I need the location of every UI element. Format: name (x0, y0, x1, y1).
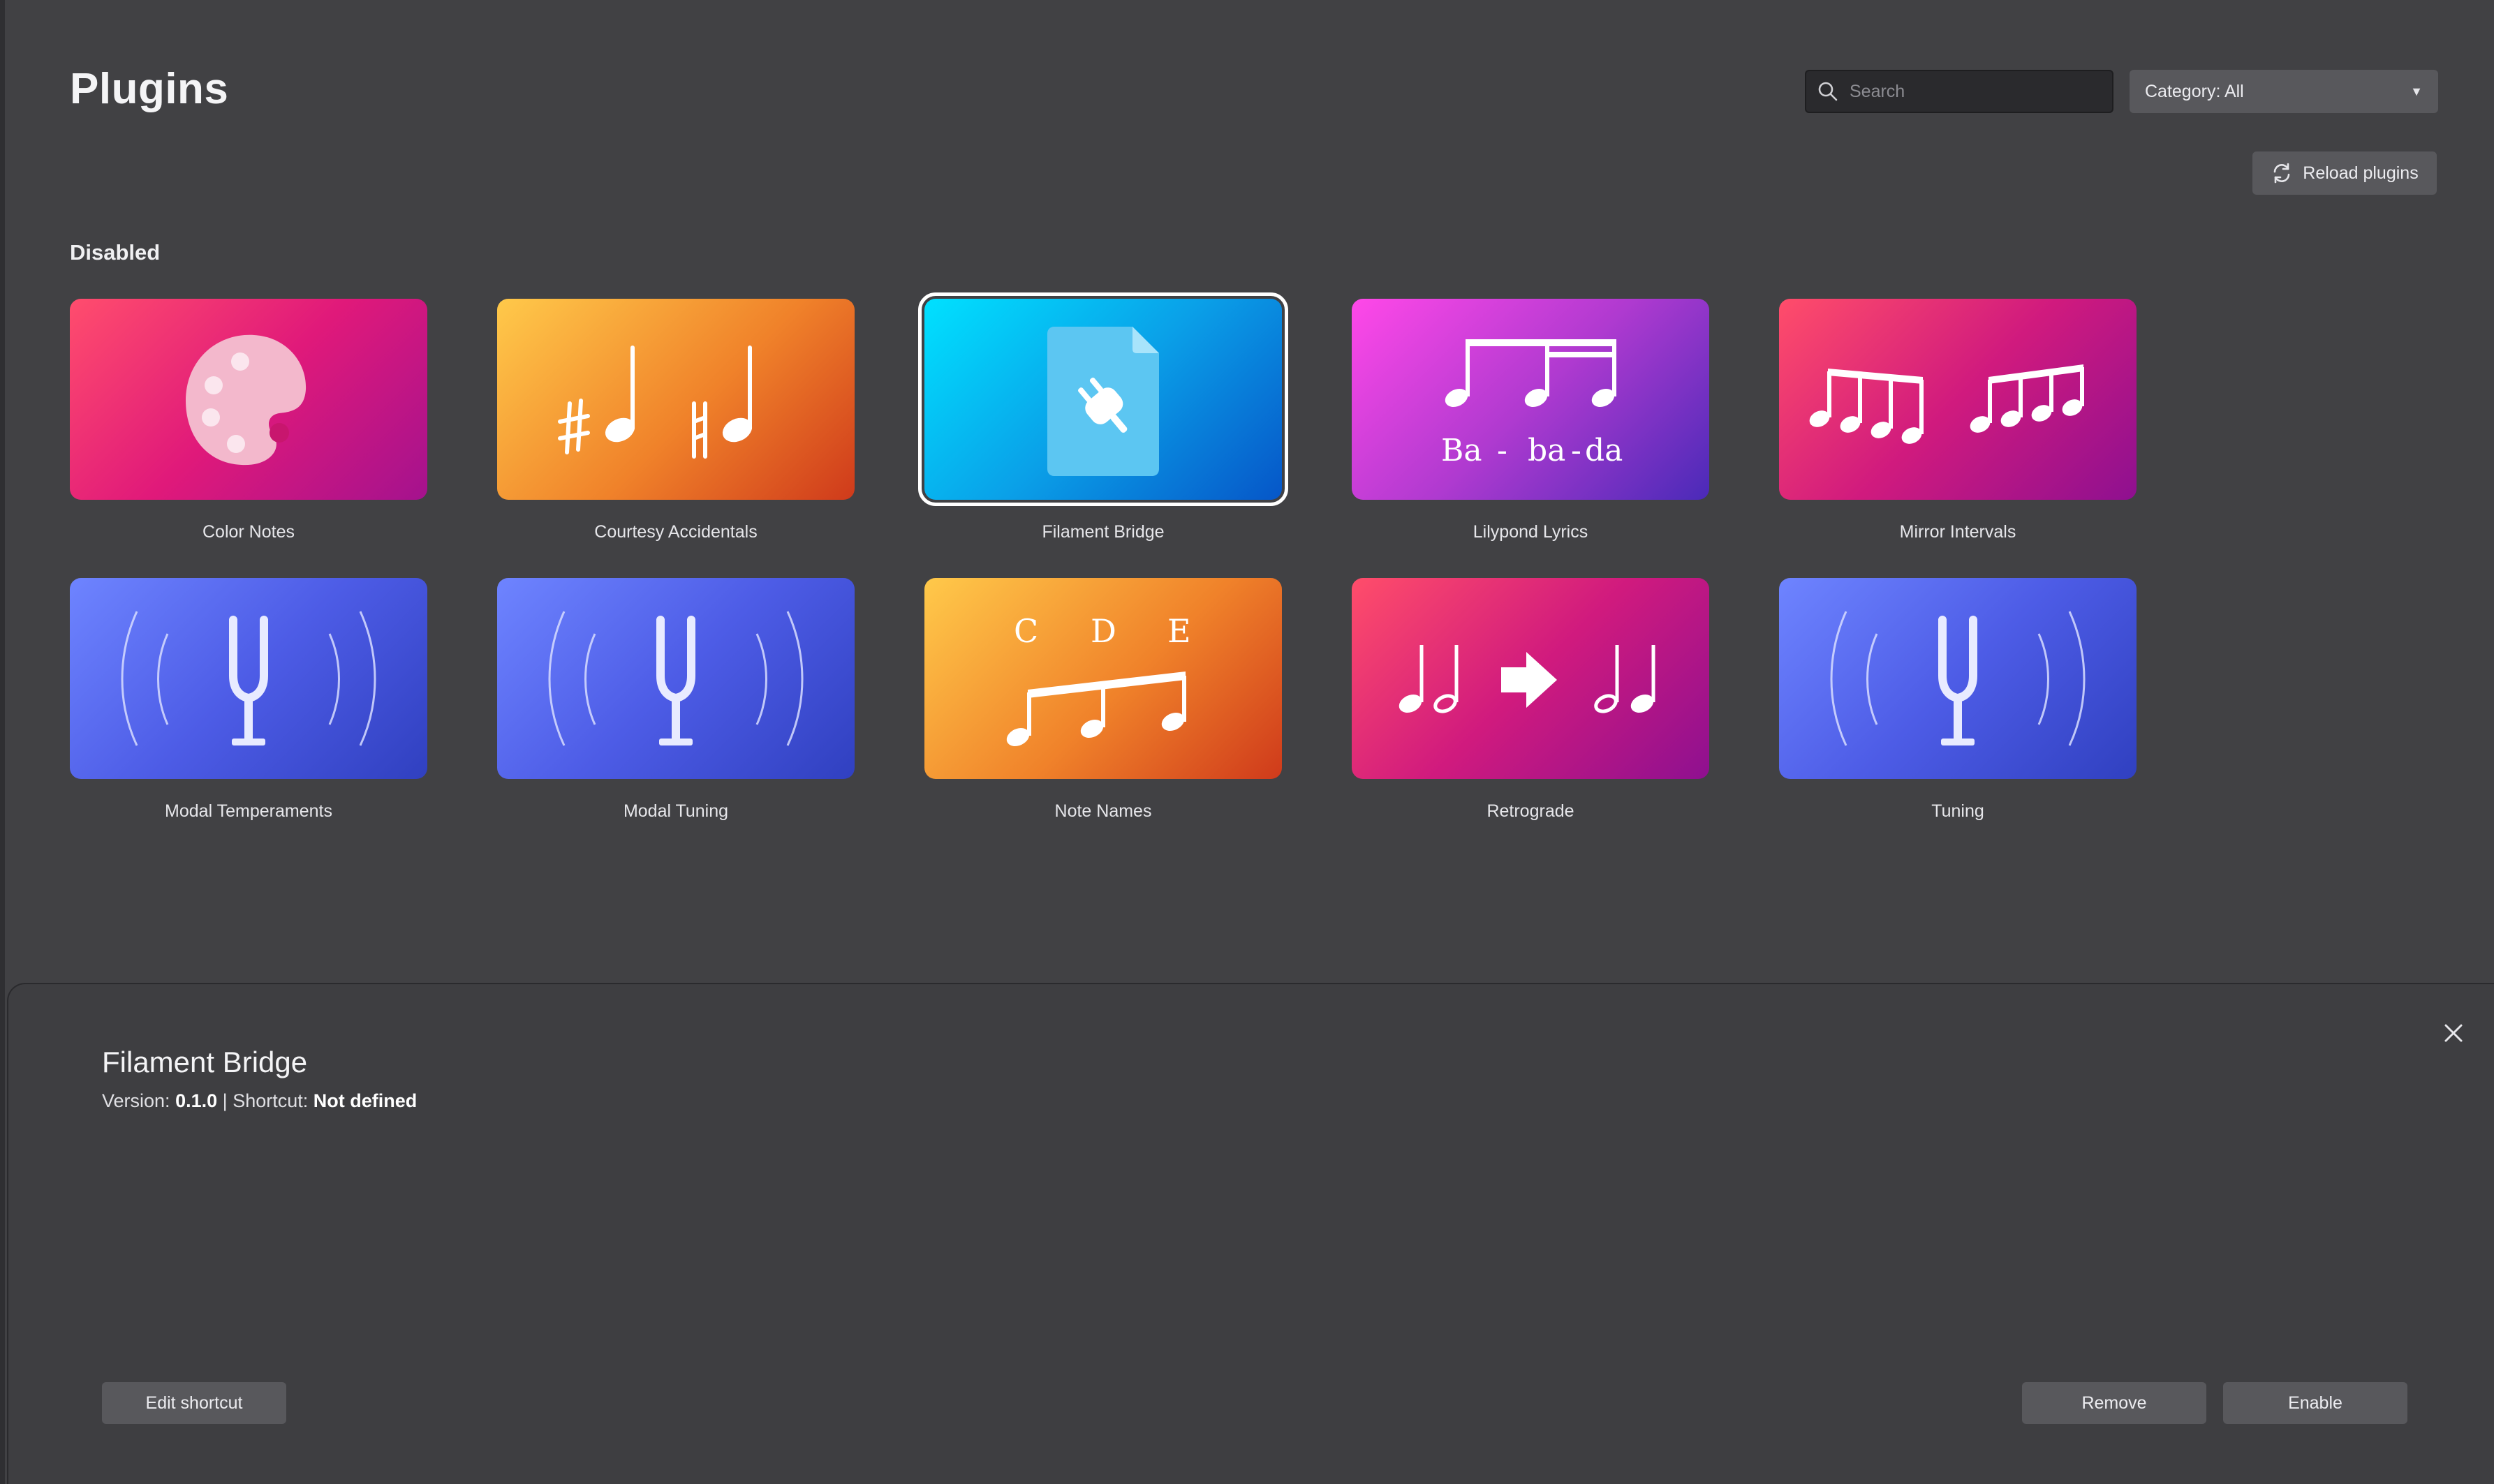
plugin-label: Courtesy Accidentals (594, 522, 758, 542)
retrograde-icon (1399, 645, 1655, 713)
search-box[interactable] (1805, 70, 2113, 113)
plugin-details-panel: Filament Bridge Version: 0.1.0 | Shortcu… (7, 983, 2494, 1484)
note-letter: C (1014, 612, 1038, 650)
plugin-label: Modal Temperaments (165, 801, 332, 821)
plugin-tile-modal-temperaments[interactable] (70, 578, 427, 779)
details-meta: Version: 0.1.0 | Shortcut: Not defined (102, 1090, 417, 1112)
note-letter: D (1091, 612, 1116, 650)
lyric-syllable: - (1497, 433, 1507, 468)
plugin-tile-note-names[interactable]: C D E (924, 578, 1282, 779)
plugin-label: Filament Bridge (1042, 522, 1165, 542)
details-title: Filament Bridge (102, 1046, 308, 1078)
page-title: Plugins (70, 65, 229, 113)
plugin-file-icon (1047, 327, 1159, 476)
tuning-fork-icon (121, 611, 376, 746)
palette-icon (186, 334, 307, 466)
section-disabled-label: Disabled (70, 240, 161, 265)
reload-plugins-label: Reload plugins (2303, 163, 2419, 183)
shortcut-label: Shortcut: (233, 1090, 309, 1111)
category-dropdown-label: Category: All (2145, 81, 2244, 101)
plugin-tile-modal-tuning[interactable] (497, 578, 855, 779)
lyric-syllable: ba (1528, 433, 1565, 468)
refresh-icon (2273, 163, 2290, 184)
chevron-down-icon: ▼ (2410, 84, 2423, 98)
enable-button[interactable]: Enable (2223, 1382, 2407, 1424)
plugin-label: Modal Tuning (623, 801, 729, 821)
shortcut-value: Not defined (313, 1090, 418, 1111)
plugin-label: Retrograde (1486, 801, 1574, 821)
tuning-fork-icon (548, 611, 804, 746)
category-dropdown[interactable]: Category: All ▼ (2130, 70, 2438, 113)
version-value: 0.1.0 (175, 1090, 218, 1111)
plugin-tile-filament-bridge[interactable] (918, 292, 1288, 506)
tuning-fork-icon (1830, 611, 2086, 746)
plugin-tile-courtesy-accidentals[interactable] (497, 299, 855, 500)
plugin-tile-lilypond-lyrics[interactable]: Ba - ba - da (1352, 299, 1709, 500)
plugin-tile-color-notes[interactable] (70, 299, 427, 500)
reload-plugins-button[interactable]: Reload plugins (2252, 151, 2437, 195)
lyric-syllable: Ba (1441, 433, 1482, 468)
plugin-tile-tuning[interactable] (1779, 578, 2137, 779)
note-letter: E (1167, 612, 1191, 650)
lyric-syllable: - (1571, 433, 1581, 468)
plugin-label: Mirror Intervals (1899, 522, 2016, 542)
plugin-label: Color Notes (202, 522, 295, 542)
remove-button[interactable]: Remove (2022, 1382, 2206, 1424)
plugin-label: Lilypond Lyrics (1473, 522, 1588, 542)
version-label: Version: (102, 1090, 170, 1111)
close-icon[interactable] (2440, 1019, 2467, 1047)
lyrics-notes-icon: Ba - ba - da (1441, 339, 1623, 468)
plugin-tile-mirror-intervals[interactable] (1779, 299, 2137, 500)
note-names-icon: C D E (1006, 612, 1191, 747)
plugin-label: Tuning (1931, 801, 1984, 821)
mirror-notes-icon (1809, 364, 2084, 444)
search-icon (1818, 82, 1838, 101)
lyric-syllable: da (1585, 433, 1623, 468)
edit-shortcut-button[interactable]: Edit shortcut (102, 1382, 286, 1424)
plugin-tile-retrograde[interactable] (1352, 578, 1709, 779)
meta-separator: | (222, 1090, 228, 1111)
accidentals-icon (558, 346, 753, 459)
plugins-window: Plugins Category: All ▼ Reload plugins D… (0, 0, 2494, 1484)
plugin-label: Note Names (1054, 801, 1152, 821)
search-input[interactable] (1848, 80, 2102, 103)
window-edge (0, 0, 5, 1484)
